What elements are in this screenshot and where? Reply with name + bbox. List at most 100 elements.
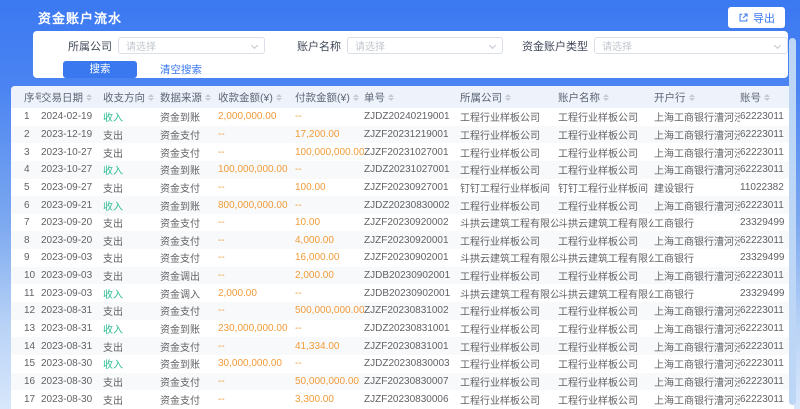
cell-receive: -- — [218, 305, 295, 316]
sort-icon — [603, 94, 609, 101]
sort-icon — [505, 94, 511, 101]
cell-receive: -- — [218, 252, 295, 263]
column-header-order[interactable]: 单号 — [364, 90, 460, 105]
table: 序号交易日期 收支方向数据来源 收款金额(¥)付款金额(¥)单号 所属公司账户名称 开户… — [11, 86, 794, 409]
cell-receive: -- — [218, 270, 295, 281]
cell-date: 2024-02-19 — [41, 111, 103, 122]
cell-direction: 支出 — [103, 145, 160, 160]
table-row: 62023-09-21收入资金到账800,000,000.00--ZJDZ202… — [11, 196, 794, 214]
cell-order: ZJZF20230902001 — [364, 252, 460, 263]
table-row: 152023-08-30收入资金到账30,000,000.00--ZJDZ202… — [11, 355, 794, 373]
cell-bank: 上海工商银行漕河泾支行 — [654, 356, 740, 371]
cell-source: 资金支付 — [160, 250, 218, 265]
column-label: 开户行 — [654, 90, 686, 105]
cell-order: ZJZF20231219001 — [364, 129, 460, 140]
column-header-date[interactable]: 交易日期 — [41, 90, 103, 105]
cell-pay: 100,000,000.00 — [295, 147, 364, 158]
cell-source: 资金支付 — [160, 215, 218, 230]
cell-number: 62223011 — [740, 270, 794, 281]
filter-panel: 所属公司请选择账户名称请选择资金账户类型请选择展开筛选 搜索 清空搜索 — [33, 31, 788, 78]
cell-direction: 收入 — [103, 286, 160, 301]
cell-receive: -- — [218, 129, 295, 140]
column-label: 数据来源 — [160, 90, 202, 105]
cell-company: 工程行业样板公司 — [460, 356, 558, 371]
cell-order: ZJZF20230831002 — [364, 305, 460, 316]
cell-pay: 500,000,000.00 — [295, 305, 364, 316]
cell-direction: 支出 — [103, 250, 160, 265]
cell-source: 资金支付 — [160, 127, 218, 142]
table-row: 22023-12-19支出资金支付--17,200.00ZJZF20231219… — [11, 126, 794, 144]
cell-no: 10 — [24, 270, 41, 281]
cell-direction: 支出 — [103, 374, 160, 389]
cell-account: 工程行业样板公司 — [558, 339, 654, 354]
cell-receive: -- — [218, 217, 295, 228]
cell-direction: 支出 — [103, 233, 160, 248]
cell-no: 16 — [24, 376, 41, 387]
cell-direction: 收入 — [103, 109, 160, 124]
table-row: 52023-09-27支出资金支付--100.00ZJZF20230927001… — [11, 179, 794, 197]
export-button[interactable]: 导出 — [728, 7, 785, 28]
filter-field-account-type: 资金账户类型请选择 — [522, 37, 788, 54]
column-header-receive[interactable]: 收款金额(¥) — [218, 90, 295, 105]
cell-order: ZJDZ20240219001 — [364, 111, 460, 122]
table-row: 162023-08-30支出资金支付--50,000,000.00ZJZF202… — [11, 373, 794, 391]
column-label: 单号 — [364, 90, 385, 105]
cell-receive: 800,000,000.00 — [218, 200, 295, 211]
cell-number: 62223011 — [740, 111, 794, 122]
account-name-select[interactable]: 请选择 — [347, 37, 503, 54]
table-row: 12024-02-19收入资金到账2,000,000.00--ZJDZ20240… — [11, 108, 794, 126]
filter-field-company: 所属公司请选择 — [68, 37, 265, 54]
cell-pay: 17,200.00 — [295, 129, 364, 140]
cell-company: 斗拱云建筑工程有限公司 — [460, 250, 558, 265]
column-header-no: 序号 — [24, 90, 41, 105]
cell-pay: 2,000.00 — [295, 270, 364, 281]
cell-direction: 支出 — [103, 392, 160, 407]
cell-receive: 2,000,000.00 — [218, 111, 295, 122]
table-row: 92023-09-03支出资金支付--16,000.00ZJZF20230902… — [11, 249, 794, 267]
cell-order: ZJZF20230920001 — [364, 235, 460, 246]
cell-date: 2023-09-20 — [41, 235, 103, 246]
clear-search-button[interactable]: 清空搜索 — [160, 62, 202, 77]
column-header-number[interactable]: 账号 — [740, 90, 794, 105]
cell-source: 资金支付 — [160, 339, 218, 354]
cell-date: 2023-10-27 — [41, 164, 103, 175]
cell-pay: 10.00 — [295, 217, 364, 228]
cell-source: 资金到账 — [160, 356, 218, 371]
cell-pay: 16,000.00 — [295, 252, 364, 263]
cell-order: ZJZF20231027001 — [364, 147, 460, 158]
cell-account: 斗拱云建筑工程有限公司 — [558, 250, 654, 265]
cell-company: 工程行业样板公司 — [460, 127, 558, 142]
account-type-select[interactable]: 请选择 — [594, 37, 788, 54]
cell-order: ZJDZ20230830002 — [364, 200, 460, 211]
column-header-direction[interactable]: 收支方向 — [103, 90, 160, 105]
cell-date: 2023-09-27 — [41, 182, 103, 193]
cell-date: 2023-08-30 — [41, 376, 103, 387]
column-header-company[interactable]: 所属公司 — [460, 90, 558, 105]
cell-company: 工程行业样板公司 — [460, 162, 558, 177]
column-header-source[interactable]: 数据来源 — [160, 90, 218, 105]
cell-receive: -- — [218, 147, 295, 158]
search-button[interactable]: 搜索 — [63, 61, 137, 78]
cell-account: 工程行业样板公司 — [558, 233, 654, 248]
column-header-bank[interactable]: 开户行 — [654, 90, 740, 105]
vertical-scrollbar-thumb[interactable] — [789, 38, 796, 405]
sort-icon — [276, 94, 282, 101]
column-label: 交易日期 — [41, 90, 83, 105]
cell-bank: 上海工商银行漕河泾支行 — [654, 109, 740, 124]
column-header-pay[interactable]: 付款金额(¥) — [295, 90, 364, 105]
column-header-account[interactable]: 账户名称 — [558, 90, 654, 105]
cell-bank: 上海工商银行漕河泾支行 — [654, 162, 740, 177]
cell-account: 钉钉工程行业样板间 — [558, 180, 654, 195]
cell-order: ZJDB20230902001 — [364, 288, 460, 299]
cell-pay: 41,334.00 — [295, 341, 364, 352]
cell-account: 工程行业样板公司 — [558, 374, 654, 389]
cell-account: 斗拱云建筑工程有限公司 — [558, 286, 654, 301]
cell-direction: 支出 — [103, 127, 160, 142]
cell-account: 斗拱云建筑工程有限公司 — [558, 215, 654, 230]
column-label: 账户名称 — [558, 90, 600, 105]
company-select[interactable]: 请选择 — [118, 37, 265, 54]
cell-pay: 50,000,000.00 — [295, 376, 364, 387]
cell-account: 工程行业样板公司 — [558, 303, 654, 318]
cell-bank: 上海工商银行漕河泾支行 — [654, 268, 740, 283]
cell-date: 2023-08-31 — [41, 323, 103, 334]
